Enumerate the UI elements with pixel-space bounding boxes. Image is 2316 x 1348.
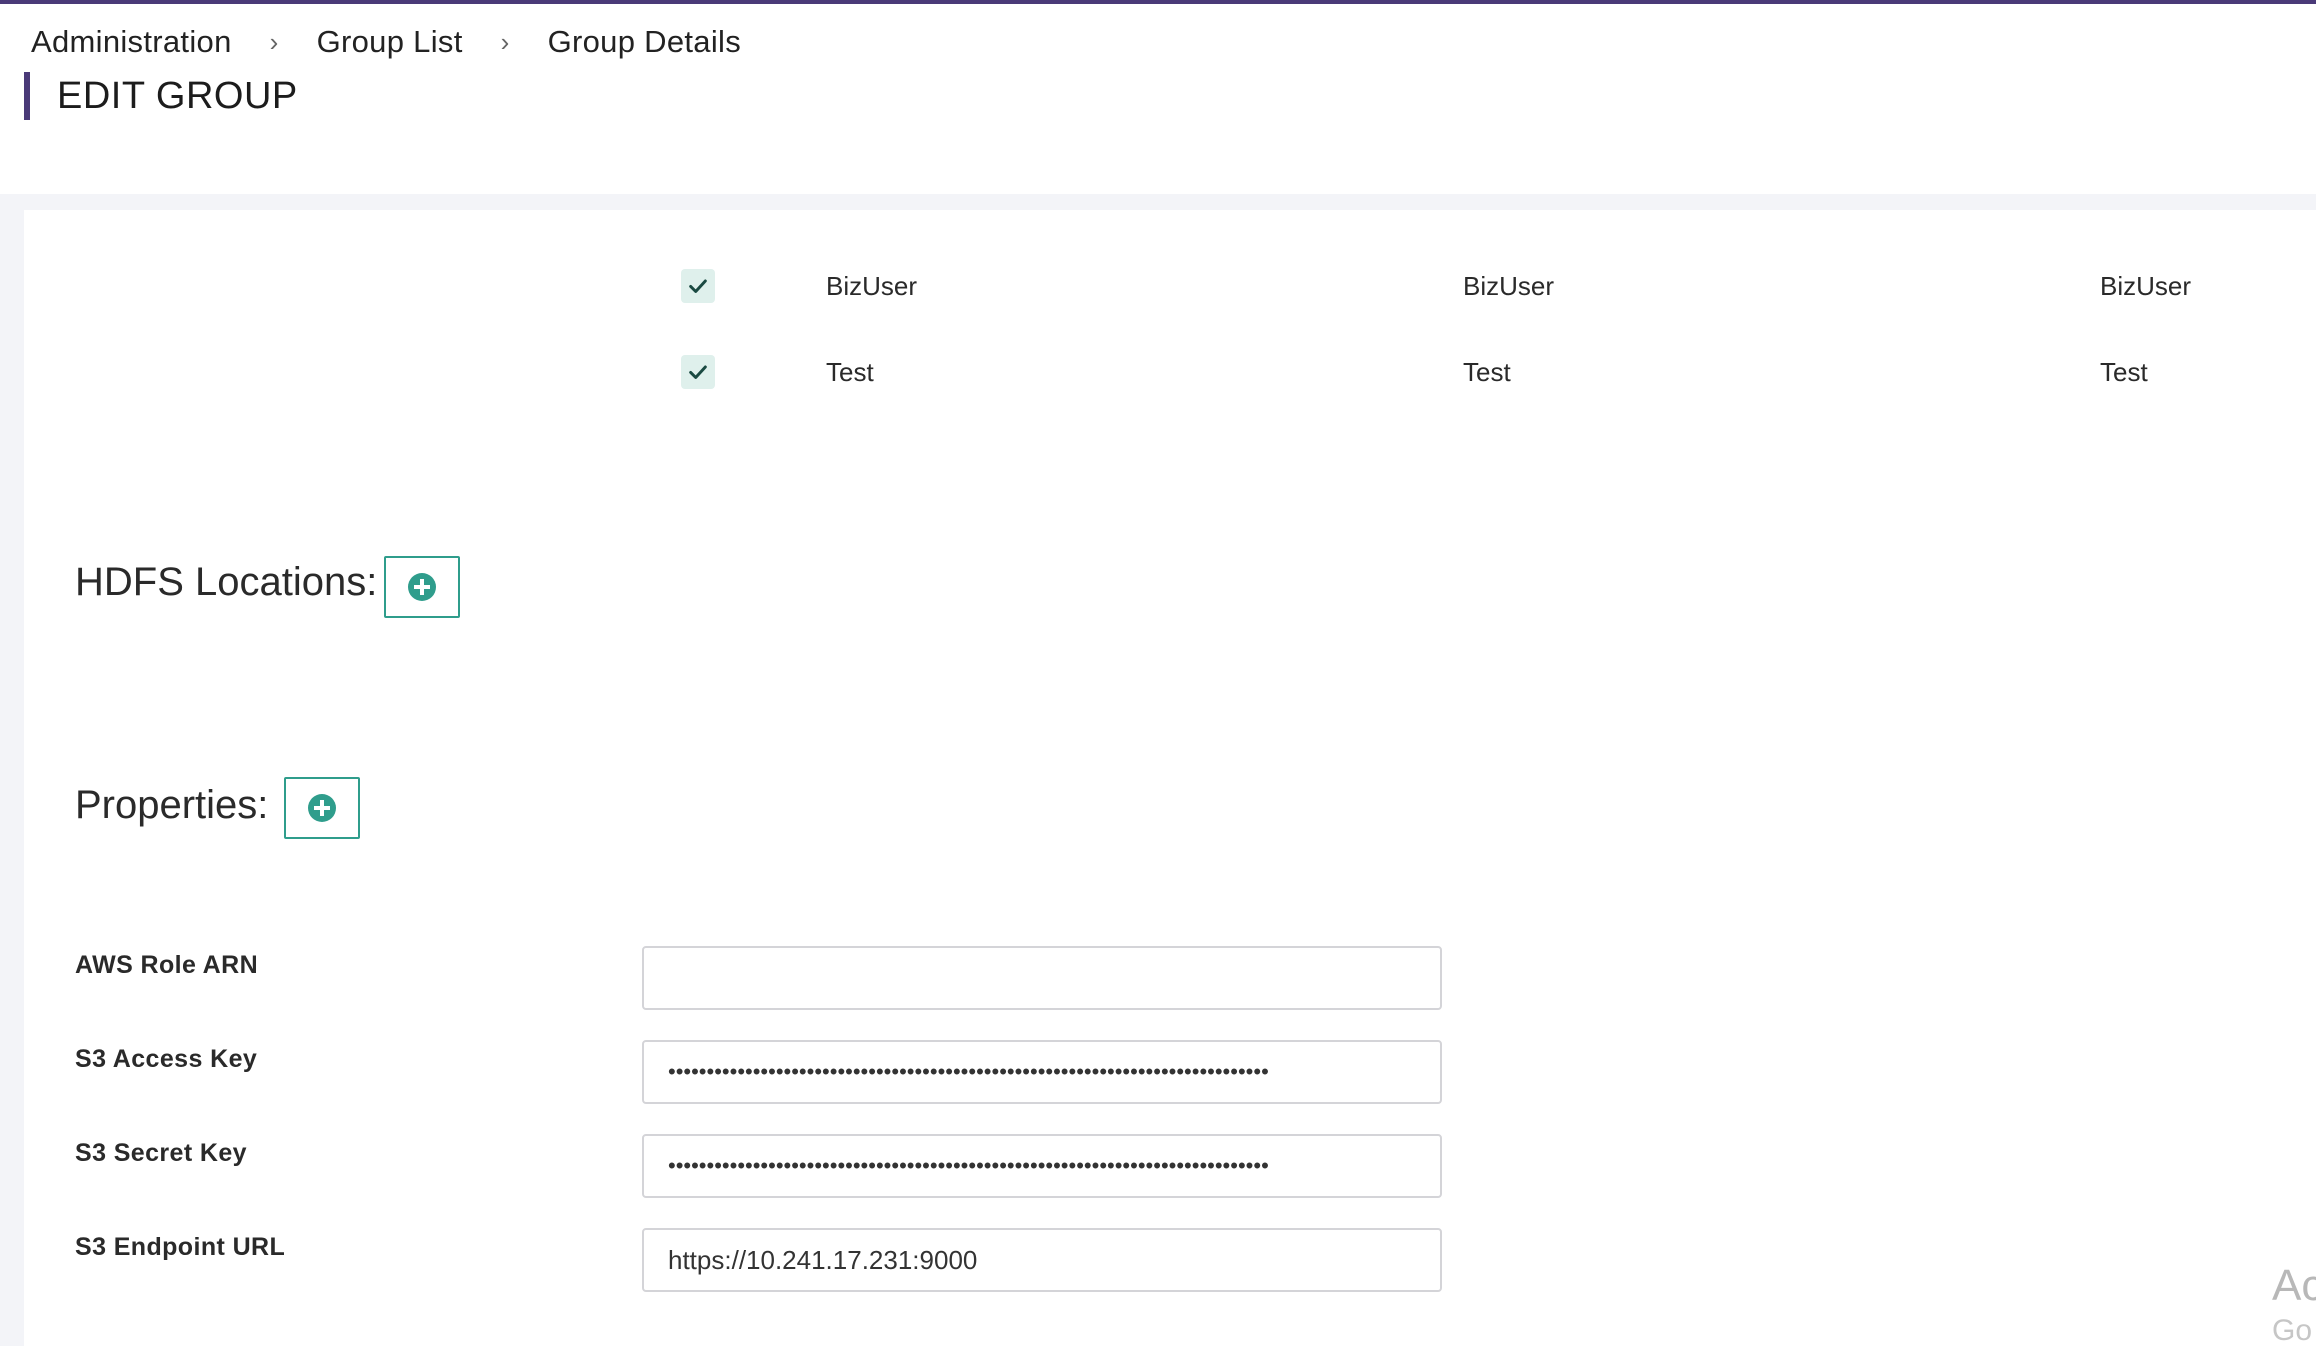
s3-access-key-input[interactable] bbox=[642, 1040, 1442, 1104]
main-content: BizUser BizUser BizUser Test Test Test H… bbox=[24, 210, 2316, 1346]
page-title: EDIT GROUP bbox=[57, 75, 298, 117]
breadcrumb-group-details[interactable]: Group Details bbox=[548, 24, 741, 60]
add-hdfs-location-button[interactable] bbox=[384, 556, 460, 618]
add-property-button[interactable] bbox=[284, 777, 360, 839]
activation-watermark-sub: Go bbox=[2272, 1314, 2313, 1347]
aws-role-arn-label: AWS Role ARN bbox=[75, 951, 259, 979]
aws-role-arn-input[interactable] bbox=[642, 946, 1442, 1010]
checkmark-icon bbox=[689, 279, 707, 293]
s3-endpoint-url-input[interactable] bbox=[642, 1228, 1442, 1292]
title-accent-bar bbox=[24, 72, 30, 120]
row-checkbox[interactable] bbox=[681, 269, 715, 303]
user-cell: BizUser bbox=[1463, 271, 1555, 301]
left-gutter bbox=[0, 194, 24, 1346]
breadcrumb: Administration › Group List › Group Deta… bbox=[31, 20, 741, 64]
user-cell: Test bbox=[826, 357, 874, 387]
activation-watermark: Ac bbox=[2272, 1261, 2316, 1310]
s3-access-key-label: S3 Access Key bbox=[75, 1045, 258, 1073]
breadcrumb-group-list[interactable]: Group List bbox=[317, 24, 463, 60]
chevron-right-icon: › bbox=[500, 26, 510, 57]
s3-endpoint-url-label: S3 Endpoint URL bbox=[75, 1233, 286, 1261]
user-cell: Test bbox=[2100, 357, 2148, 387]
plus-circle-icon bbox=[408, 573, 436, 601]
checkmark-icon bbox=[689, 365, 707, 379]
user-cell: BizUser bbox=[826, 271, 918, 301]
properties-label: Properties: bbox=[75, 783, 269, 827]
chevron-right-icon: › bbox=[269, 26, 279, 57]
table-row: BizUser BizUser BizUser bbox=[24, 257, 2316, 317]
breadcrumb-administration[interactable]: Administration bbox=[31, 24, 232, 60]
header-divider bbox=[0, 194, 2316, 210]
s3-secret-key-label: S3 Secret Key bbox=[75, 1139, 247, 1167]
hdfs-locations-label: HDFS Locations: bbox=[75, 560, 378, 604]
page-header: Administration › Group List › Group Deta… bbox=[0, 4, 2316, 194]
user-cell: Test bbox=[1463, 357, 1511, 387]
s3-secret-key-input[interactable] bbox=[642, 1134, 1442, 1198]
row-checkbox[interactable] bbox=[681, 355, 715, 389]
table-row: Test Test Test bbox=[24, 343, 2316, 403]
user-cell: BizUser bbox=[2100, 271, 2192, 301]
plus-circle-icon bbox=[308, 794, 336, 822]
